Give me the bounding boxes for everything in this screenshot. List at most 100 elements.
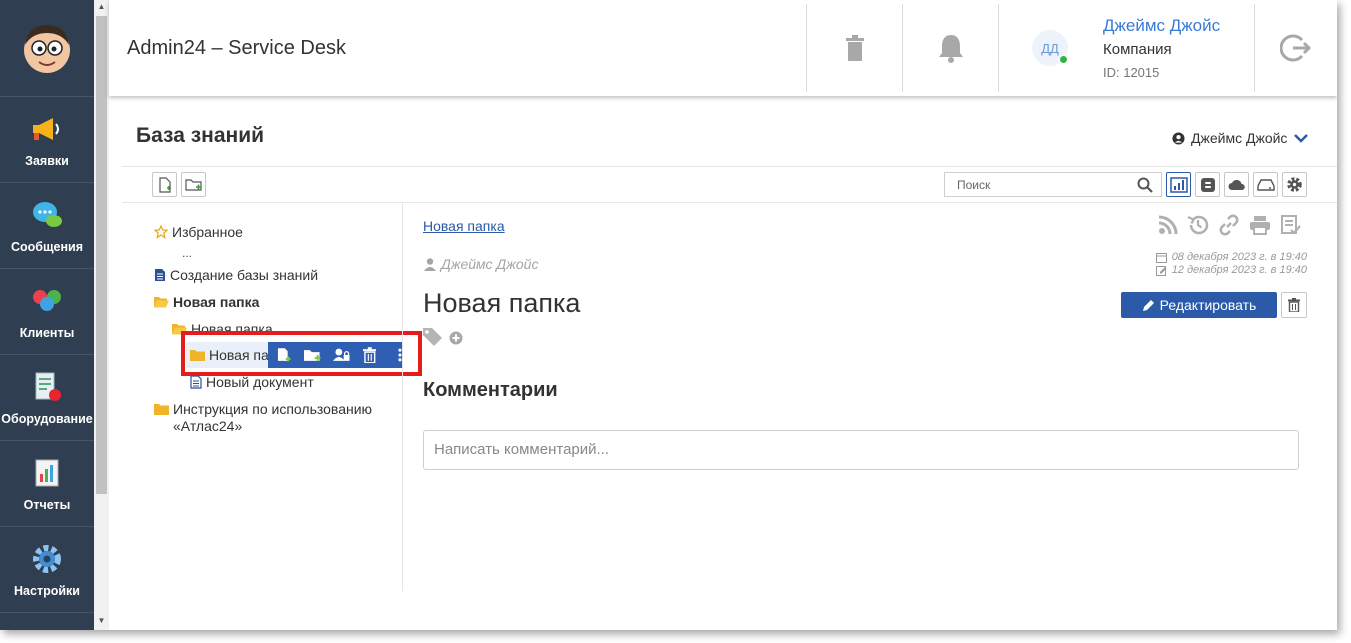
- cloud-button[interactable]: [1224, 172, 1249, 197]
- clients-icon: [30, 284, 64, 318]
- online-status-dot: [1059, 55, 1068, 64]
- delete-icon[interactable]: [362, 347, 377, 363]
- report-icon: [30, 456, 64, 490]
- blogger-button[interactable]: [1195, 172, 1220, 197]
- folder-icon: [154, 404, 169, 415]
- megaphone-icon: [30, 112, 64, 146]
- chevron-down-icon: [1294, 134, 1309, 143]
- user-access-icon[interactable]: [333, 348, 350, 362]
- link-icon[interactable]: [1218, 214, 1240, 236]
- divider: [122, 166, 1337, 167]
- logout-button[interactable]: [1254, 4, 1337, 92]
- cloud-icon: [1228, 179, 1245, 190]
- tree-context-toolbar: [268, 342, 402, 368]
- edit-date-icon: [1155, 266, 1167, 276]
- page-title: База знаний: [136, 124, 265, 147]
- subscribe-icon[interactable]: [1157, 214, 1179, 236]
- trash-icon: [845, 35, 864, 61]
- tree-item-doc-new[interactable]: Новый документ: [190, 374, 314, 390]
- add-folder-icon[interactable]: [303, 348, 321, 362]
- delete-document-button[interactable]: [1281, 292, 1307, 318]
- top-header: Admin24 – Service Desk ДД Джеймс Джойс К…: [109, 0, 1337, 96]
- document-title: Новая папка: [423, 288, 581, 318]
- search-box[interactable]: [944, 172, 1162, 197]
- gear-icon: [1287, 177, 1302, 192]
- logo-icon: [24, 25, 70, 73]
- search-input[interactable]: [945, 173, 1137, 196]
- sidebar-item-label: Оборудование: [1, 411, 93, 426]
- created-date-row: 08 декабря 2023 г. в 19:40: [1155, 251, 1307, 264]
- sidebar-scrollbar[interactable]: ▲ ▼: [94, 0, 109, 630]
- sidebar-item-label: Настройки: [14, 583, 80, 598]
- scroll-down-icon[interactable]: ▼: [94, 614, 109, 628]
- document-author: Джеймс Джойс: [424, 256, 538, 272]
- edit-button[interactable]: Редактировать: [1121, 292, 1277, 318]
- tree-label: Инструкция по использованию «Атлас24»: [173, 401, 372, 435]
- tree-item-doc-create[interactable]: Создание базы знаний: [154, 267, 318, 283]
- author-selector[interactable]: Джеймс Джойс: [1172, 130, 1309, 146]
- modified-date-row: 12 декабря 2023 г. в 19:40: [1155, 264, 1307, 277]
- sidebar-item-reports[interactable]: Отчеты: [0, 441, 94, 527]
- star-icon: [154, 225, 168, 239]
- bell-icon: [938, 35, 963, 63]
- sidebar-item-messages[interactable]: Сообщения: [0, 183, 94, 269]
- tags-icon[interactable]: [422, 326, 446, 348]
- comment-input[interactable]: [423, 430, 1299, 470]
- folder-icon: [190, 350, 205, 361]
- tree-label-line1: Инструкция по использованию: [173, 401, 373, 417]
- document-dates: 08 декабря 2023 г. в 19:40 12 декабря 20…: [1155, 251, 1307, 277]
- notifications-button[interactable]: [902, 4, 998, 92]
- tree-label: Новая папка: [173, 294, 260, 310]
- settings-button[interactable]: [1282, 172, 1307, 197]
- user-id: ID: 12015: [1103, 65, 1160, 80]
- new-document-button[interactable]: [152, 172, 177, 197]
- user-icon: [424, 257, 436, 271]
- sidebar-item-settings[interactable]: Настройки: [0, 527, 94, 613]
- sidebar-item-clients[interactable]: Клиенты: [0, 269, 94, 355]
- chat-icon: [30, 198, 64, 232]
- checklist-icon[interactable]: [1280, 214, 1302, 236]
- created-date: 08 декабря 2023 г. в 19:40: [1171, 251, 1307, 263]
- view-local-button[interactable]: [1166, 172, 1191, 197]
- scroll-up-icon[interactable]: ▲: [94, 0, 109, 14]
- sidebar-item-label: Заявки: [25, 153, 69, 168]
- equipment-icon: [30, 370, 64, 404]
- tree-label-line2: «Атлас24»: [173, 418, 243, 434]
- tree-ellipsis: ...: [182, 246, 193, 260]
- tree-label: Создание базы знаний: [170, 267, 319, 283]
- tree-item-folder-sub[interactable]: Новая папка: [172, 321, 273, 337]
- calendar-icon: [1155, 253, 1167, 263]
- add-tag-icon[interactable]: [449, 331, 463, 345]
- comments-heading: Комментарии: [423, 379, 558, 401]
- sidebar-item-equipment[interactable]: Оборудование: [0, 355, 94, 441]
- history-icon[interactable]: [1187, 214, 1209, 236]
- drive-button[interactable]: [1253, 172, 1278, 197]
- logo[interactable]: [0, 0, 94, 97]
- sidebar-item-label: Отчеты: [23, 497, 71, 512]
- add-document-icon[interactable]: [276, 347, 292, 363]
- sidebar-item-label: Сообщения: [10, 239, 84, 254]
- sidebar-item-label: Клиенты: [19, 325, 75, 340]
- tree-item-folder-selected[interactable]: Новая пап: [190, 347, 276, 363]
- divider: [402, 203, 403, 591]
- scroll-thumb[interactable]: [96, 16, 107, 494]
- edit-button-label: Редактировать: [1159, 297, 1257, 313]
- user-name[interactable]: Джеймс Джойс: [1103, 16, 1220, 36]
- tree-label: Новая папка: [191, 321, 273, 337]
- tree-item-folder-guide[interactable]: Инструкция по использованию «Атлас24»: [154, 401, 372, 435]
- tree-label: Новая пап: [209, 347, 277, 363]
- search-icon[interactable]: [1137, 177, 1153, 193]
- breadcrumb-link[interactable]: Новая папка: [423, 218, 505, 234]
- sidebar-item-requests[interactable]: Заявки: [0, 97, 94, 183]
- new-folder-button[interactable]: [181, 172, 206, 197]
- document-icon: [155, 269, 165, 281]
- document-author-name: Джеймс Джойс: [441, 256, 539, 272]
- tree-item-favorites[interactable]: Избранное: [154, 224, 243, 240]
- trash-button[interactable]: [806, 4, 902, 92]
- folder-open-icon: [154, 297, 169, 308]
- modified-date: 12 декабря 2023 г. в 19:40: [1171, 264, 1307, 276]
- print-icon[interactable]: [1249, 214, 1271, 236]
- tree-item-folder-new[interactable]: Новая папка: [154, 294, 259, 310]
- trash-icon: [1288, 298, 1300, 312]
- document-icon: [190, 375, 202, 389]
